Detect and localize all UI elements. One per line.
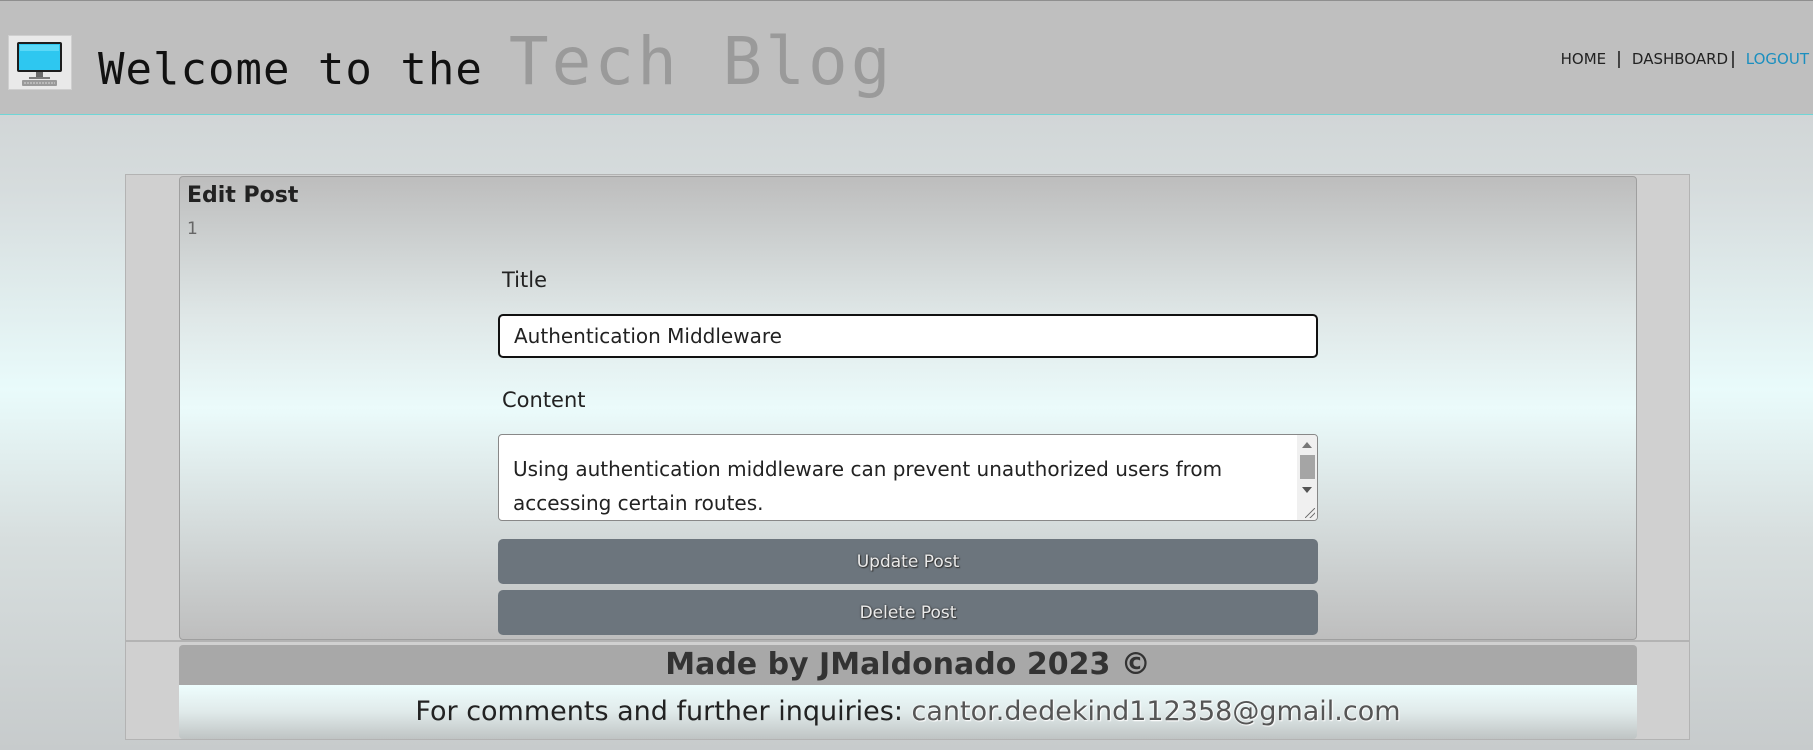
nav-separator: | — [1730, 49, 1736, 69]
title-input[interactable] — [498, 314, 1318, 358]
nav-dashboard-link[interactable]: DASHBOARD — [1632, 50, 1728, 68]
contact-email-link[interactable]: cantor.dedekind112358@gmail.com — [912, 696, 1401, 727]
computer-monitor-icon[interactable] — [8, 35, 72, 90]
footer-inquiries: For comments and further inquiries: cant… — [179, 696, 1637, 727]
resize-grip-icon[interactable] — [1305, 508, 1315, 518]
site-footer: Made by JMaldonado 2023 © For comments a… — [179, 645, 1637, 739]
page-bottom-edge — [0, 745, 1813, 750]
update-post-button[interactable]: Update Post — [498, 539, 1318, 584]
footer-credit: Made by JMaldonado 2023 © — [665, 647, 1151, 682]
nav-separator: | — [1616, 49, 1622, 69]
post-id: 1 — [187, 219, 198, 239]
nav-logout-link[interactable]: LOGOUT — [1746, 50, 1809, 68]
brand-name: Tech Blog — [508, 23, 894, 100]
site-brand[interactable]: Welcome to the Tech Blog — [98, 23, 894, 100]
welcome-text: Welcome to the — [98, 44, 483, 95]
content-text: Using authentication middleware can prev… — [513, 457, 1223, 515]
card-title: Edit Post — [187, 183, 299, 208]
scroll-down-arrow-icon[interactable] — [1302, 487, 1312, 493]
inquiries-label: For comments and further inquiries: — [415, 696, 903, 727]
delete-post-button[interactable]: Delete Post — [498, 590, 1318, 635]
scroll-thumb[interactable] — [1300, 455, 1315, 479]
nav-home-link[interactable]: HOME — [1561, 50, 1607, 68]
content-textarea[interactable]: Using authentication middleware can prev… — [498, 434, 1318, 521]
main-nav: HOME | DASHBOARD | LOGOUT — [1561, 49, 1809, 69]
content-label: Content — [502, 388, 586, 412]
title-label: Title — [502, 268, 548, 292]
site-header: Welcome to the Tech Blog HOME | DASHBOAR… — [0, 0, 1813, 115]
scroll-up-arrow-icon[interactable] — [1302, 442, 1312, 448]
